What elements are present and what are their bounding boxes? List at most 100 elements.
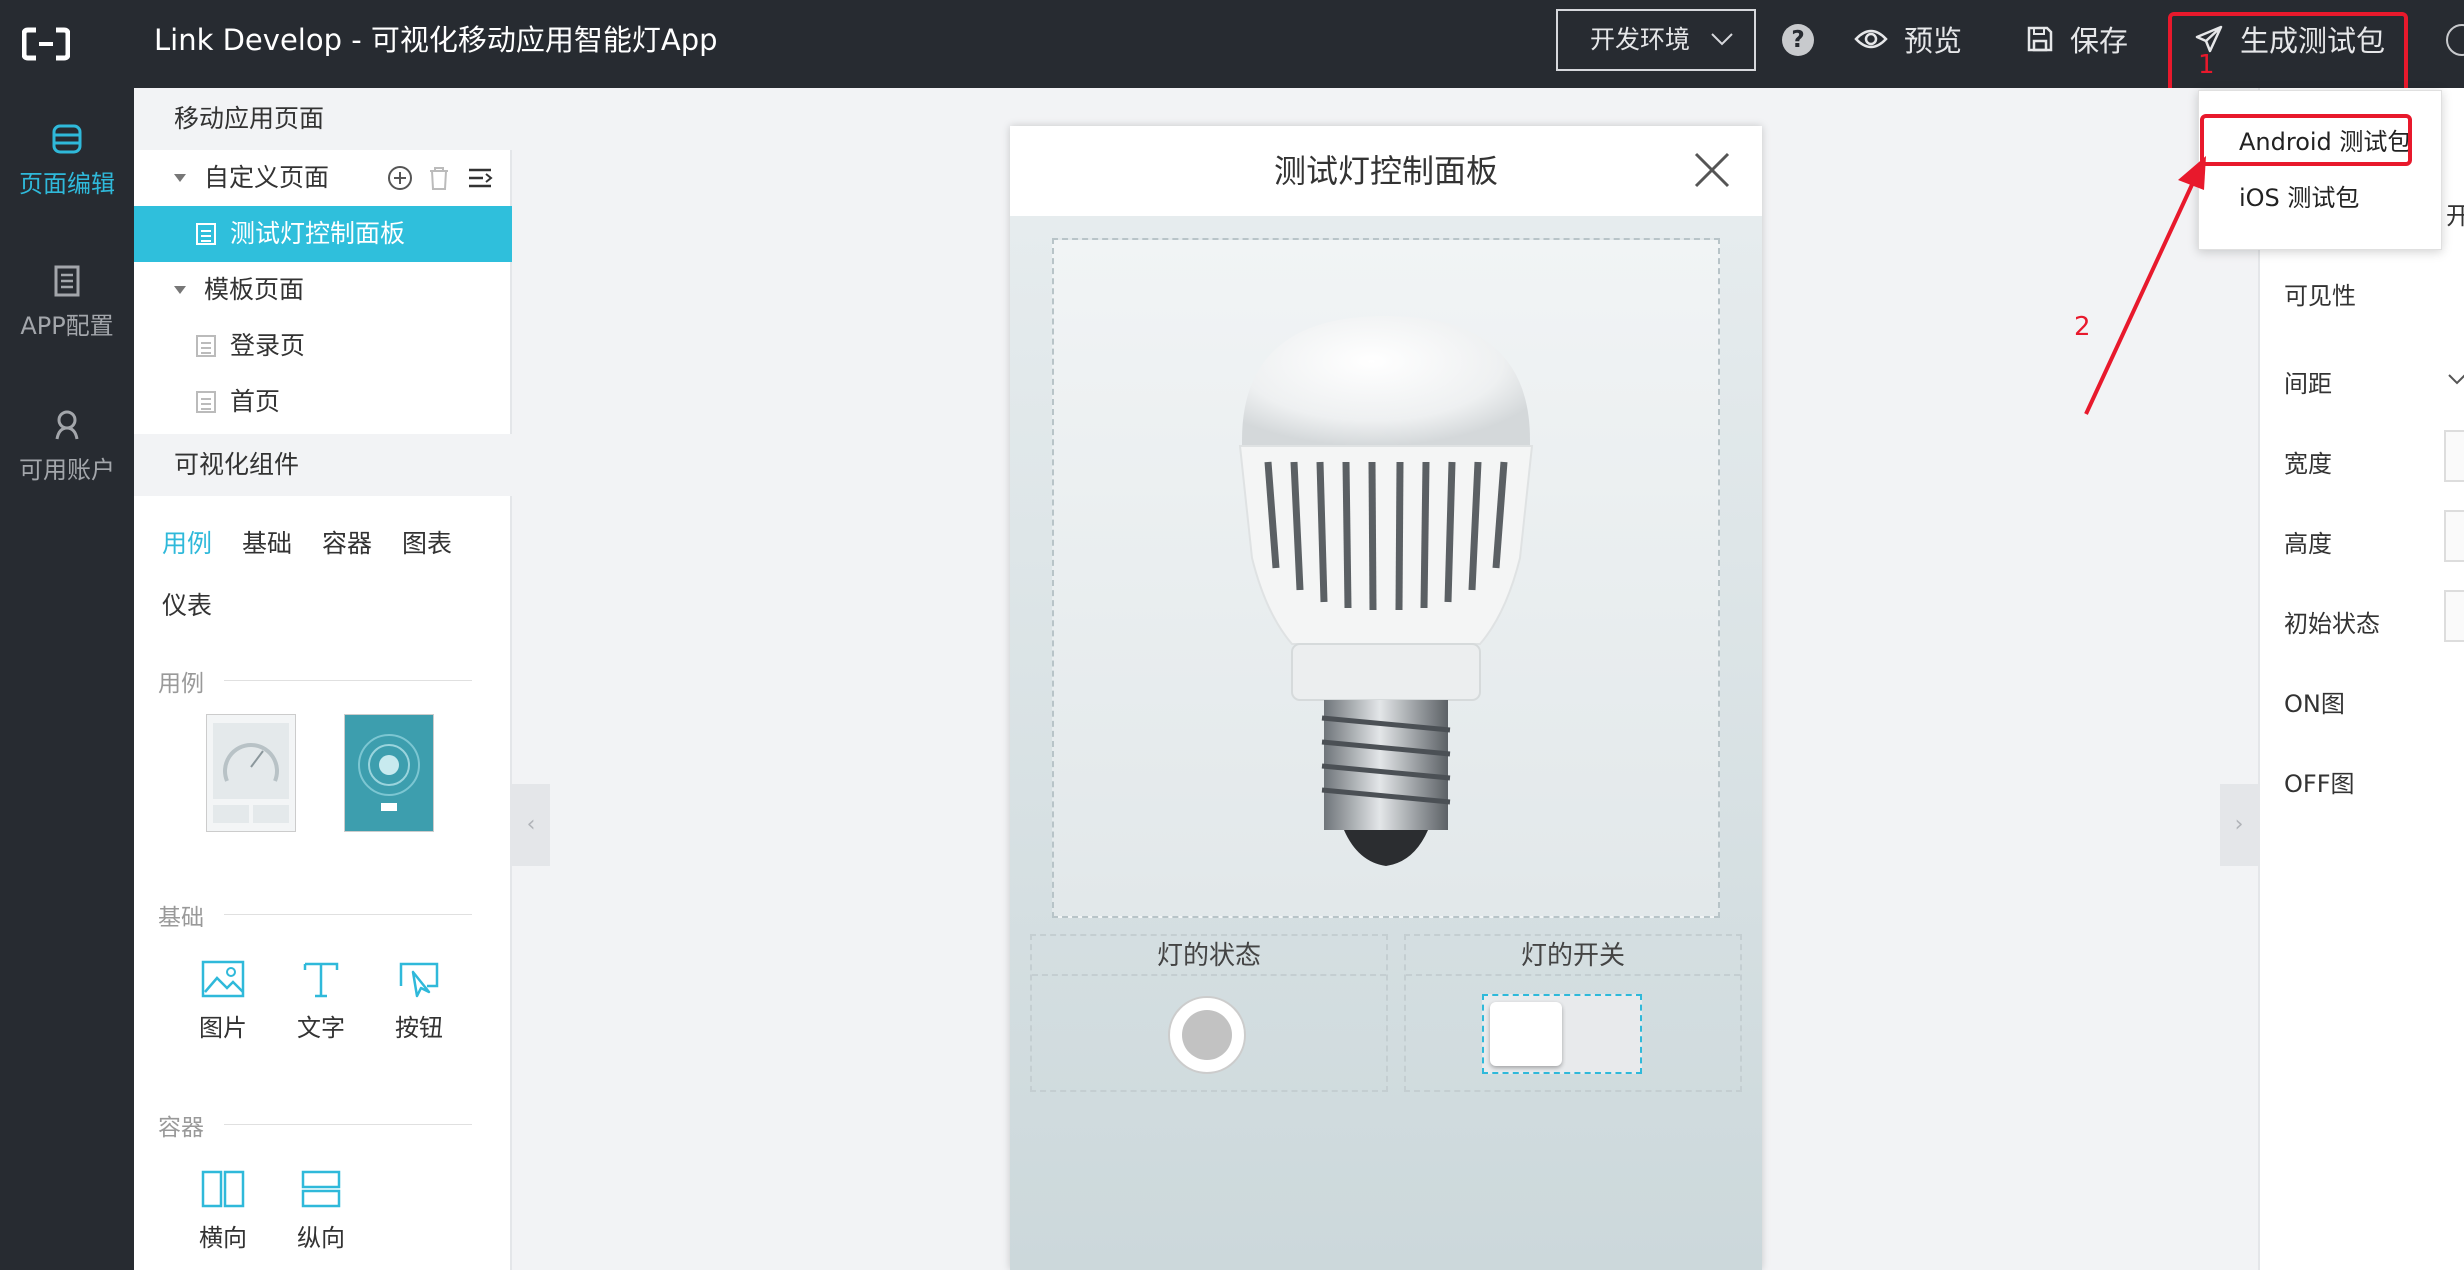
chevron-down-icon[interactable] (2446, 368, 2464, 390)
collapse-left-panel-handle[interactable]: ‹ (512, 784, 550, 866)
add-page-icon[interactable] (386, 164, 414, 192)
generate-test-package-button[interactable]: 生成测试包 (2194, 16, 2385, 62)
collapse-right-panel-handle[interactable]: › (2220, 784, 2258, 866)
component-vertical[interactable]: 纵向 (286, 1170, 356, 1253)
tree-item-login-page[interactable]: 登录页 (134, 318, 512, 374)
prop-visibility-label: 可见性 (2284, 282, 2356, 310)
light-state-indicator (1168, 996, 1246, 1074)
nav-accounts[interactable]: 可用账户 (0, 408, 134, 485)
component-button[interactable]: 按钮 (384, 960, 454, 1043)
property-partial-label: 开 (2446, 202, 2464, 230)
tree-item-label: 测试灯控制面板 (230, 219, 406, 248)
prop-initial-state-select[interactable] (2444, 590, 2464, 642)
light-thumbnail-icon (358, 734, 420, 811)
environment-select-value: 开发环境 (1590, 25, 1691, 54)
light-bulb-image (1238, 316, 1534, 866)
tab-container[interactable]: 容器 (322, 524, 372, 560)
cursor-button-icon (399, 962, 439, 998)
nav-page-edit-label: 页面编辑 (19, 170, 115, 198)
prop-height-label: 高度 (2284, 530, 2332, 558)
sort-menu-icon[interactable] (466, 164, 494, 192)
menu-item-ios-package[interactable]: iOS 测试包 (2199, 173, 2443, 223)
section-divider (224, 680, 472, 681)
tree-group-label: 自定义页面 (204, 163, 330, 192)
environment-select[interactable]: 开发环境 (1556, 9, 1756, 71)
user-avatar-icon[interactable] (2446, 24, 2464, 56)
close-icon[interactable] (1692, 150, 1732, 190)
tree-group-custom-pages[interactable]: 自定义页面 (134, 150, 512, 206)
prop-width-input[interactable] (2444, 430, 2464, 482)
horizontal-layout-icon (201, 1170, 245, 1208)
tree-group-template-pages[interactable]: 模板页面 (134, 262, 512, 318)
gauge-thumbnail-icon (213, 723, 289, 823)
tree-item-test-light-panel[interactable]: 测试灯控制面板 (134, 206, 512, 262)
example-thumbnail-light[interactable] (344, 714, 434, 832)
component-horizontal-label: 横向 (199, 1224, 247, 1252)
component-image[interactable]: 图片 (188, 960, 258, 1043)
mobile-pages-header: 移动应用页面 (134, 88, 512, 150)
light-switch-card[interactable]: 灯的开关 (1404, 934, 1742, 1092)
visual-components-header: 可视化组件 (134, 434, 512, 496)
page-tree-panel: 移动应用页面 自定义页面 测试灯控制面板 模板页面 登录页 首页 可视化组件 用… (134, 88, 512, 1270)
tab-examples[interactable]: 用例 (162, 524, 212, 560)
property-panel: 开 可见性 间距 宽度 高度 初始状态 ON图 OFF图 (2258, 88, 2464, 1270)
tree-item-label: 首页 (230, 387, 281, 416)
top-bar: Link Develop - 可视化移动应用智能灯App 开发环境 ? 预览 保… (0, 0, 2464, 88)
floppy-disk-icon (2027, 26, 2053, 52)
tab-gauge[interactable]: 仪表 (162, 586, 212, 622)
preview-label: 预览 (1904, 24, 1963, 58)
prop-initial-state-label: 初始状态 (2284, 610, 2380, 638)
light-state-card[interactable]: 灯的状态 (1030, 934, 1388, 1092)
component-vertical-label: 纵向 (297, 1224, 345, 1252)
light-switch-toggle[interactable] (1482, 994, 1642, 1074)
light-state-title: 灯的状态 (1032, 936, 1386, 976)
toggle-knob[interactable] (1490, 1002, 1562, 1066)
nav-page-edit[interactable]: 页面编辑 (0, 122, 134, 199)
preview-button[interactable]: 预览 (1854, 16, 1962, 62)
phone-body: 灯的状态 灯的开关 (1010, 216, 1762, 1270)
tree-item-label: 登录页 (230, 331, 306, 360)
help-button[interactable]: ? (1782, 24, 1814, 56)
annotation-step-1: 1 (2198, 50, 2215, 80)
alibaba-cloud-logo-icon[interactable] (22, 20, 70, 68)
tree-item-home-page[interactable]: 首页 (134, 374, 512, 430)
prop-on-image-label: ON图 (2284, 690, 2345, 718)
section-divider (224, 914, 472, 915)
text-icon (303, 962, 339, 998)
menu-item-android-package[interactable]: Android 测试包 (2199, 117, 2443, 167)
section-examples-label: 用例 (158, 671, 204, 697)
trash-icon[interactable] (426, 164, 452, 192)
tab-chart[interactable]: 图表 (402, 524, 452, 560)
layers-icon (52, 124, 82, 154)
page-icon (196, 223, 216, 245)
document-icon (54, 265, 80, 297)
component-text-label: 文字 (297, 1014, 345, 1042)
app-title: Link Develop - 可视化移动应用智能灯App (154, 23, 718, 57)
section-container-label: 容器 (158, 1115, 204, 1141)
page-icon (196, 391, 216, 413)
phone-page-title: 测试灯控制面板 (1010, 126, 1762, 216)
component-horizontal[interactable]: 横向 (188, 1170, 258, 1253)
prop-height-input[interactable] (2444, 510, 2464, 562)
light-bulb-image-component[interactable] (1052, 238, 1720, 918)
tab-basic[interactable]: 基础 (242, 524, 292, 560)
section-divider (224, 1124, 472, 1125)
eye-icon (1854, 29, 1888, 49)
nav-app-config[interactable]: APP配置 (0, 264, 134, 341)
caret-down-icon (174, 174, 186, 182)
phone-preview: 测试灯控制面板 灯的状态 灯的开关 (1010, 126, 1762, 1270)
nav-app-config-label: APP配置 (20, 312, 114, 340)
annotation-step-2: 2 (2074, 312, 2091, 342)
save-label: 保存 (2070, 24, 2129, 58)
component-text[interactable]: 文字 (286, 960, 356, 1043)
save-button[interactable]: 保存 (2026, 16, 2128, 62)
tree-group-label: 模板页面 (204, 275, 305, 304)
component-image-label: 图片 (199, 1014, 247, 1042)
chevron-down-icon (1711, 33, 1733, 46)
page-icon (196, 335, 216, 357)
generate-test-package-label: 生成测试包 (2240, 24, 2386, 58)
example-thumbnail-gauge[interactable] (206, 714, 296, 832)
section-basic-label: 基础 (158, 905, 204, 931)
prop-off-image-label: OFF图 (2284, 770, 2355, 798)
nav-accounts-label: 可用账户 (19, 456, 115, 484)
